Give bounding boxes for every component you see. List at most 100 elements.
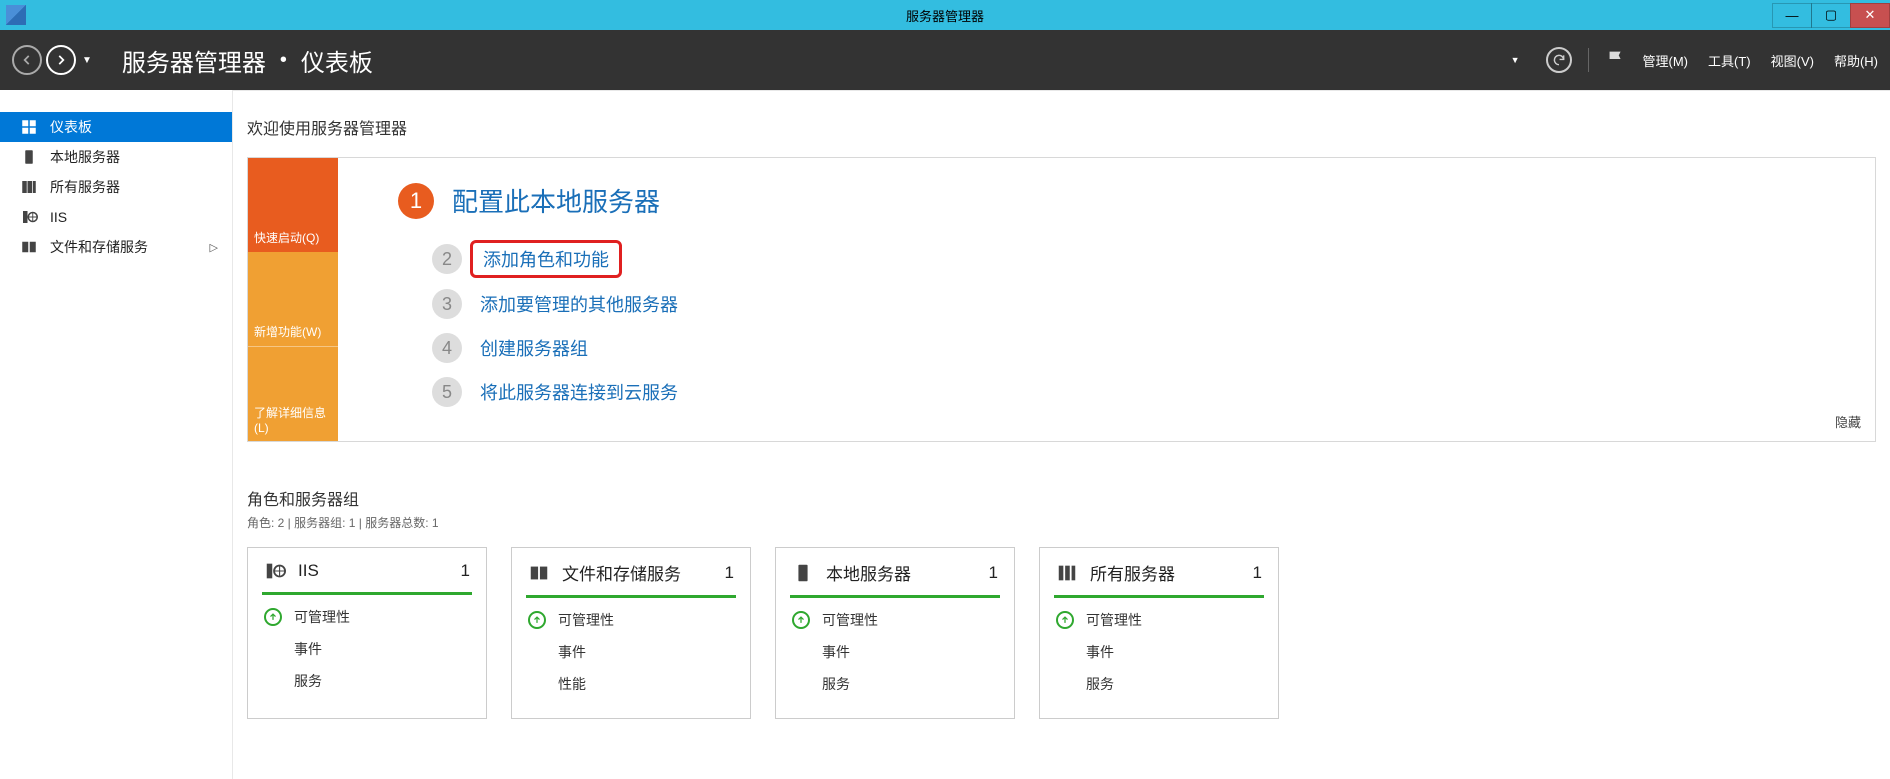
- nav-forward-button[interactable]: [46, 45, 76, 75]
- highlight-box: 添加角色和功能: [470, 240, 622, 278]
- sidebar-item-label: IIS: [50, 209, 67, 225]
- welcome-panel: 快速启动(Q) 新增功能(W) 了解详细信息(L) 1 配置此本地服务器 2 添…: [247, 157, 1876, 442]
- status-up-icon: [264, 608, 282, 626]
- header-menus: 管理(M) 工具(T) 视图(V) 帮助(H): [1643, 51, 1879, 70]
- menu-help[interactable]: 帮助(H): [1834, 51, 1878, 70]
- header-divider: [1588, 48, 1589, 72]
- local-server-icon: [792, 562, 814, 584]
- menu-manage[interactable]: 管理(M): [1643, 51, 1689, 70]
- storage-icon: [20, 238, 38, 256]
- tab-whatsnew[interactable]: 新增功能(W): [248, 252, 338, 346]
- tile-row-performance[interactable]: 性能: [558, 674, 734, 694]
- minimize-button[interactable]: —: [1772, 3, 1812, 28]
- roles-section-header: 角色和服务器组 角色: 2 | 服务器组: 1 | 服务器总数: 1: [247, 486, 1876, 531]
- dashboard-icon: [20, 118, 38, 136]
- status-up-icon: [528, 611, 546, 629]
- sidebar-item-label: 仪表板: [50, 117, 92, 137]
- step-text: 创建服务器组: [480, 335, 588, 361]
- tab-quickstart[interactable]: 快速启动(Q): [248, 158, 338, 252]
- step-add-roles[interactable]: 2 添加角色和功能: [432, 243, 1815, 275]
- welcome-heading: 欢迎使用服务器管理器: [247, 115, 1876, 139]
- tile-name: 本地服务器: [826, 560, 911, 585]
- refresh-button[interactable]: [1546, 47, 1572, 73]
- iis-icon: [20, 208, 38, 226]
- tile-row-events[interactable]: 事件: [558, 642, 734, 662]
- tile-status-bar: [790, 595, 1000, 598]
- breadcrumb: 服务器管理器 • 仪表板: [122, 43, 373, 78]
- sidebar-item-dashboard[interactable]: 仪表板: [0, 112, 232, 142]
- chevron-right-icon: ▷: [210, 241, 218, 254]
- window-title: 服务器管理器: [906, 6, 984, 25]
- header-dropdown-icon[interactable]: ▼: [1511, 55, 1520, 65]
- tile-local-server[interactable]: 本地服务器 1 可管理性 事件 服务: [775, 547, 1015, 719]
- step-add-servers[interactable]: 3 添加要管理的其他服务器: [432, 289, 1815, 319]
- tile-name: IIS: [298, 561, 319, 581]
- header-right: ▼ 管理(M) 工具(T) 视图(V) 帮助(H): [1511, 47, 1878, 73]
- status-up-icon: [1056, 611, 1074, 629]
- tile-row-events[interactable]: 事件: [822, 642, 998, 662]
- menu-tools[interactable]: 工具(T): [1708, 51, 1751, 70]
- breadcrumb-app: 服务器管理器: [122, 43, 266, 78]
- welcome-side-tabs: 快速启动(Q) 新增功能(W) 了解详细信息(L): [248, 158, 338, 441]
- tab-learnmore[interactable]: 了解详细信息(L): [248, 346, 338, 441]
- iis-icon: [264, 560, 286, 582]
- step-connect-cloud[interactable]: 5 将此服务器连接到云服务: [432, 377, 1815, 407]
- step-number: 5: [432, 377, 462, 407]
- sidebar-item-all-servers[interactable]: 所有服务器: [0, 172, 232, 202]
- main-content: 欢迎使用服务器管理器 快速启动(Q) 新增功能(W) 了解详细信息(L) 1 配…: [232, 90, 1890, 779]
- tile-status-bar: [262, 592, 472, 595]
- tile-row-services[interactable]: 服务: [822, 674, 998, 694]
- tile-row-events[interactable]: 事件: [294, 639, 470, 659]
- sidebar-item-label: 文件和存储服务: [50, 237, 148, 257]
- maximize-button[interactable]: ▢: [1811, 3, 1851, 28]
- step-text: 配置此本地服务器: [452, 182, 660, 219]
- roles-tiles: IIS 1 可管理性 事件 服务 文件和存储服务 1 可管理性 事件 性能: [247, 547, 1876, 719]
- tile-row-manageability[interactable]: 可管理性: [264, 607, 470, 627]
- sidebar-item-label: 所有服务器: [50, 177, 120, 197]
- step-number: 3: [432, 289, 462, 319]
- tile-row-events[interactable]: 事件: [1086, 642, 1262, 662]
- step-number: 1: [398, 183, 434, 219]
- tile-count: 1: [989, 563, 998, 583]
- nav-back-button[interactable]: [12, 45, 42, 75]
- tile-row-manageability[interactable]: 可管理性: [528, 610, 734, 630]
- all-servers-icon: [1056, 562, 1078, 584]
- menu-view[interactable]: 视图(V): [1771, 51, 1814, 70]
- storage-icon: [528, 562, 550, 584]
- all-servers-icon: [20, 178, 38, 196]
- nav-history-dropdown-icon[interactable]: ▼: [82, 55, 92, 66]
- window-controls: — ▢ ✕: [1773, 3, 1890, 28]
- tile-iis[interactable]: IIS 1 可管理性 事件 服务: [247, 547, 487, 719]
- sidebar-item-label: 本地服务器: [50, 147, 120, 167]
- step-number: 2: [432, 244, 462, 274]
- step-text: 添加要管理的其他服务器: [480, 291, 678, 317]
- step-configure-local[interactable]: 1 配置此本地服务器: [398, 182, 1815, 219]
- app-icon: [6, 5, 26, 25]
- tile-name: 所有服务器: [1090, 560, 1175, 585]
- tile-status-bar: [1054, 595, 1264, 598]
- tile-row-manageability[interactable]: 可管理性: [1056, 610, 1262, 630]
- tile-count: 1: [461, 561, 470, 581]
- sidebar-item-local-server[interactable]: 本地服务器: [0, 142, 232, 172]
- close-button[interactable]: ✕: [1850, 3, 1890, 28]
- step-create-group[interactable]: 4 创建服务器组: [432, 333, 1815, 363]
- local-server-icon: [20, 148, 38, 166]
- breadcrumb-page: 仪表板: [301, 43, 373, 78]
- tile-name: 文件和存储服务: [562, 560, 681, 585]
- breadcrumb-separator-icon: •: [280, 49, 287, 72]
- step-text: 将此服务器连接到云服务: [480, 379, 678, 405]
- tile-status-bar: [526, 595, 736, 598]
- tile-row-services[interactable]: 服务: [1086, 674, 1262, 694]
- tile-storage[interactable]: 文件和存储服务 1 可管理性 事件 性能: [511, 547, 751, 719]
- sidebar-item-iis[interactable]: IIS: [0, 202, 232, 232]
- tile-row-manageability[interactable]: 可管理性: [792, 610, 998, 630]
- notifications-flag-icon[interactable]: [1605, 48, 1627, 73]
- sidebar-item-storage[interactable]: 文件和存储服务 ▷: [0, 232, 232, 262]
- tile-row-services[interactable]: 服务: [294, 671, 470, 691]
- tile-count: 1: [725, 563, 734, 583]
- tile-all-servers[interactable]: 所有服务器 1 可管理性 事件 服务: [1039, 547, 1279, 719]
- roles-title: 角色和服务器组: [247, 486, 1876, 510]
- step-text: 添加角色和功能: [480, 243, 612, 275]
- sidebar: 仪表板 本地服务器 所有服务器 IIS 文件和存储服务 ▷: [0, 90, 232, 779]
- hide-link[interactable]: 隐藏: [1835, 412, 1861, 431]
